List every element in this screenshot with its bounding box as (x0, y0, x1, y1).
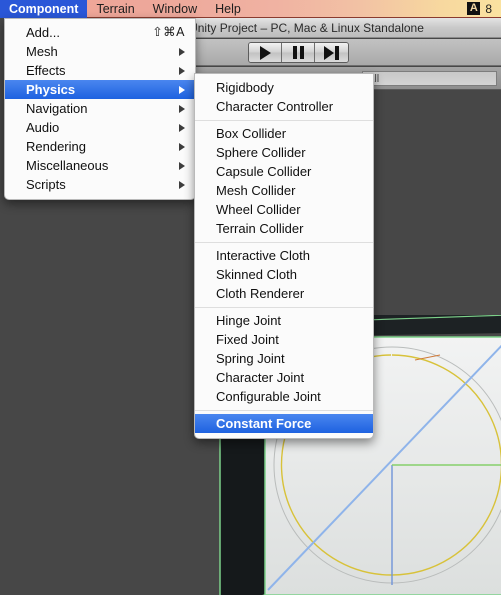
menu-item-add[interactable]: Add... ⇧⌘A (5, 23, 195, 42)
physics-item-character-controller[interactable]: Character Controller (195, 97, 373, 116)
menu-item-label: Skinned Cloth (216, 267, 297, 282)
menubar-item-window[interactable]: Window (144, 0, 206, 18)
menubar-item-help[interactable]: Help (206, 0, 250, 18)
physics-submenu: Rigidbody Character Controller Box Collide… (194, 73, 374, 439)
menu-separator (195, 242, 373, 243)
menu-item-label: Physics (26, 82, 76, 97)
play-button[interactable] (249, 43, 282, 62)
physics-item-constant-force[interactable]: Constant Force (195, 414, 373, 433)
pause-button[interactable] (282, 43, 315, 62)
physics-item-terrain-collider[interactable]: Terrain Collider (195, 219, 373, 238)
physics-item-fixed-joint[interactable]: Fixed Joint (195, 330, 373, 349)
menu-separator (195, 410, 373, 411)
physics-item-capsule-collider[interactable]: Capsule Collider (195, 162, 373, 181)
menu-item-shortcut: ⇧⌘A (152, 25, 185, 39)
menu-item-effects[interactable]: Effects (5, 61, 195, 80)
submenu-arrow-icon (179, 66, 185, 75)
submenu-arrow-icon (179, 180, 185, 189)
menu-item-label: Configurable Joint (216, 389, 321, 404)
physics-item-skinned-cloth[interactable]: Skinned Cloth (195, 265, 373, 284)
menu-item-label: Miscellaneous (26, 158, 109, 173)
menu-item-label: Audio (26, 120, 60, 135)
menu-item-label: Spring Joint (216, 351, 285, 366)
menu-separator (195, 120, 373, 121)
menu-item-mesh[interactable]: Mesh (5, 42, 195, 61)
step-button[interactable] (315, 43, 348, 62)
menu-item-label: Terrain Collider (216, 221, 304, 236)
menu-item-label: Rigidbody (216, 80, 274, 95)
physics-item-box-collider[interactable]: Box Collider (195, 124, 373, 143)
menu-item-label: Character Controller (216, 99, 334, 114)
menu-item-label: Interactive Cloth (216, 248, 310, 263)
physics-item-wheel-collider[interactable]: Wheel Collider (195, 200, 373, 219)
menubar-status-area[interactable]: A 8 (467, 2, 501, 16)
menubar-item-terrain[interactable]: Terrain (87, 0, 143, 18)
menu-item-label: Hinge Joint (216, 313, 282, 328)
physics-item-mesh-collider[interactable]: Mesh Collider (195, 181, 373, 200)
menubar-item-component[interactable]: Component (0, 0, 88, 18)
menu-item-label: Scripts (26, 177, 66, 192)
menu-item-audio[interactable]: Audio (5, 118, 195, 137)
filter-field[interactable]: All (362, 71, 497, 86)
menubar-status-count: 8 (485, 1, 492, 16)
component-menu: Add... ⇧⌘A Mesh Effects Physics Navigation Aud… (4, 18, 196, 200)
menu-item-label: Add... (26, 25, 60, 40)
menu-item-label: Constant Force (216, 416, 312, 431)
playback-controls (248, 42, 349, 63)
menu-item-label: Sphere Collider (216, 145, 306, 160)
menu-item-label: Navigation (26, 101, 88, 116)
menu-item-rendering[interactable]: Rendering (5, 137, 195, 156)
menu-item-label: Box Collider (216, 126, 287, 141)
submenu-arrow-icon (179, 161, 185, 170)
menu-item-label: Effects (26, 63, 66, 78)
physics-item-hinge-joint[interactable]: Hinge Joint (195, 311, 373, 330)
submenu-arrow-icon (179, 85, 185, 94)
menu-item-label: Mesh (26, 44, 58, 59)
menu-item-miscellaneous[interactable]: Miscellaneous (5, 156, 195, 175)
menu-item-label: Wheel Collider (216, 202, 301, 217)
menu-item-physics[interactable]: Physics (5, 80, 195, 99)
step-forward-icon (324, 45, 339, 60)
physics-item-interactive-cloth[interactable]: Interactive Cloth (195, 246, 373, 265)
airplay-icon: A (467, 2, 481, 15)
physics-item-sphere-collider[interactable]: Sphere Collider (195, 143, 373, 162)
physics-item-character-joint[interactable]: Character Joint (195, 368, 373, 387)
menu-item-label: Capsule Collider (216, 164, 312, 179)
menu-item-navigation[interactable]: Navigation (5, 99, 195, 118)
physics-item-cloth-renderer[interactable]: Cloth Renderer (195, 284, 373, 303)
physics-item-configurable-joint[interactable]: Configurable Joint (195, 387, 373, 406)
play-icon (259, 45, 271, 60)
submenu-arrow-icon (179, 142, 185, 151)
submenu-arrow-icon (179, 104, 185, 113)
physics-item-rigidbody[interactable]: Rigidbody (195, 78, 373, 97)
menu-item-label: Cloth Renderer (216, 286, 305, 301)
menu-item-label: Character Joint (216, 370, 305, 385)
menu-separator (195, 307, 373, 308)
menu-item-label: Mesh Collider (216, 183, 296, 198)
submenu-arrow-icon (179, 123, 185, 132)
mac-menu-bar: Component Terrain Window Help A 8 (0, 0, 501, 18)
menu-item-scripts[interactable]: Scripts (5, 175, 195, 194)
menu-item-label: Rendering (26, 139, 86, 154)
pause-icon (292, 46, 304, 59)
submenu-arrow-icon (179, 47, 185, 56)
menu-item-label: Fixed Joint (216, 332, 279, 347)
physics-item-spring-joint[interactable]: Spring Joint (195, 349, 373, 368)
